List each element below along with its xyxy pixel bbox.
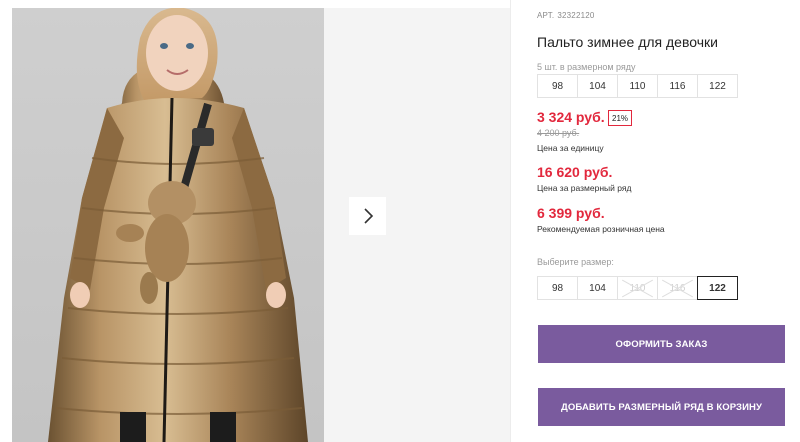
retail-price-note: Рекомендуемая розничная цена [537, 224, 665, 234]
retail-price: 6 399 руб. [537, 205, 605, 221]
size-row-item: 98 [537, 74, 578, 98]
size-picker: 98 104 110 116 122 [537, 276, 738, 300]
product-title: Пальто зимнее для девочки [537, 34, 718, 50]
product-info: АРТ. 32322120 Пальто зимнее для девочки 5… [537, 0, 800, 442]
gallery-next-button[interactable] [349, 197, 386, 235]
old-price: 4 200 руб. [537, 128, 580, 138]
article-number: АРТ. 32322120 [537, 11, 595, 20]
size-option[interactable]: 98 [537, 276, 578, 300]
size-option[interactable]: 104 [577, 276, 618, 300]
size-row-item: 116 [657, 74, 698, 98]
size-option-unavailable: 110 [617, 276, 658, 300]
size-option-unavailable: 116 [657, 276, 698, 300]
product-photo-illustration [48, 8, 308, 442]
size-row-item: 104 [577, 74, 618, 98]
size-picker-caption: Выберите размер: [537, 257, 614, 267]
discount-badge: 21% [608, 110, 633, 126]
size-row-price: 16 620 руб. [537, 164, 613, 180]
product-gallery [0, 0, 510, 442]
article-label: АРТ. [537, 11, 555, 20]
size-row-price-note: Цена за размерный ряд [537, 183, 632, 193]
unit-price: 3 324 руб. [537, 109, 605, 125]
size-row-caption: 5 шт. в размерном ряду [537, 62, 636, 72]
add-size-row-to-cart-button[interactable]: ДОБАВИТЬ РАЗМЕРНЫЙ РЯД В КОРЗИНУ [538, 388, 785, 426]
column-divider [510, 0, 511, 442]
size-row-item: 110 [617, 74, 658, 98]
unit-price-note: Цена за единицу [537, 143, 604, 153]
article-value: 32322120 [557, 11, 595, 20]
product-photo[interactable] [12, 8, 324, 442]
place-order-button[interactable]: ОФОРМИТЬ ЗАКАЗ [538, 325, 785, 363]
size-option-selected[interactable]: 122 [697, 276, 738, 300]
size-row-list: 98 104 110 116 122 [537, 74, 738, 98]
size-row-item: 122 [697, 74, 738, 98]
chevron-right-icon [363, 208, 373, 224]
